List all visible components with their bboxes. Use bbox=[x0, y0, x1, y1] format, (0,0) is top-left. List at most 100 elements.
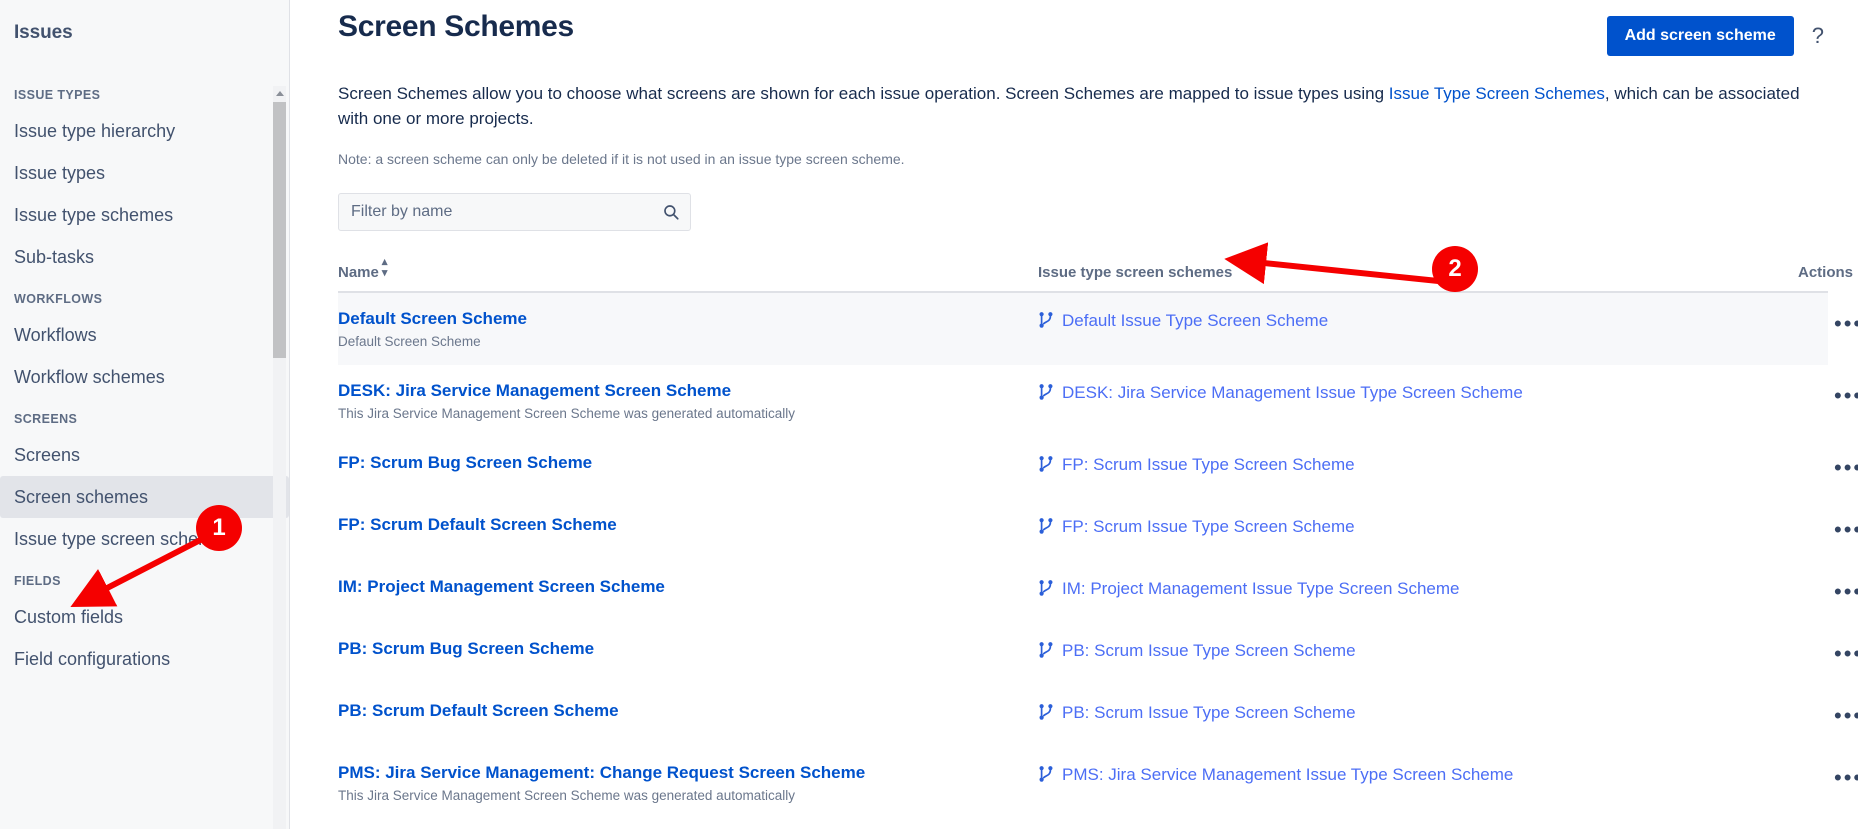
sidebar-nav: ISSUE TYPES Issue type hierarchy Issue t… bbox=[0, 88, 289, 680]
row-issue-type-screen-schemes-cell: FP: Scrum Issue Type Screen Scheme bbox=[1038, 437, 1798, 499]
branch-icon bbox=[1039, 766, 1053, 782]
sidebar-item-custom-fields[interactable]: Custom fields bbox=[0, 596, 289, 638]
scheme-description: This Jira Service Management Screen Sche… bbox=[338, 406, 795, 422]
row-actions-cell: ••• bbox=[1798, 292, 1858, 366]
issue-type-screen-scheme-link[interactable]: PB: Scrum Issue Type Screen Scheme bbox=[1038, 701, 1356, 725]
branch-icon bbox=[1039, 456, 1053, 472]
sidebar-group-issue-types: ISSUE TYPES Issue type hierarchy Issue t… bbox=[0, 88, 289, 278]
annotation-marker-1: 1 bbox=[196, 505, 242, 551]
sidebar-group-label-workflows: WORKFLOWS bbox=[14, 292, 103, 306]
scheme-name-link[interactable]: DESK: Jira Service Management Screen Sch… bbox=[338, 381, 731, 401]
row-issue-type-screen-schemes-cell: DESK: Jira Service Management Issue Type… bbox=[1038, 365, 1798, 437]
sidebar-item-issue-type-schemes[interactable]: Issue type schemes bbox=[0, 194, 289, 236]
screen-schemes-table: Name▴ ▾ Issue type screen schemes Actions… bbox=[338, 257, 1858, 819]
sidebar-scrollbar[interactable] bbox=[273, 86, 286, 829]
row-actions-menu-button[interactable]: ••• bbox=[1828, 763, 1858, 793]
help-icon[interactable]: ? bbox=[1808, 23, 1828, 49]
description-text-part1: Screen Schemes allow you to choose what … bbox=[338, 84, 1389, 103]
row-actions-menu-button[interactable]: ••• bbox=[1828, 577, 1858, 607]
annotation-marker-2: 2 bbox=[1432, 246, 1478, 292]
settings-sidebar: Issues ISSUE TYPES Issue type hierarchy … bbox=[0, 0, 290, 829]
sidebar-item-field-configurations[interactable]: Field configurations bbox=[0, 638, 289, 680]
column-header-issue-type-screen-schemes: Issue type screen schemes bbox=[1038, 257, 1798, 294]
sidebar-item-issue-types[interactable]: Issue types bbox=[0, 152, 289, 194]
sidebar-item-sub-tasks[interactable]: Sub-tasks bbox=[0, 236, 289, 278]
sidebar-item-workflow-schemes[interactable]: Workflow schemes bbox=[0, 356, 289, 398]
scheme-name-link[interactable]: PMS: Jira Service Management: Change Req… bbox=[338, 763, 865, 783]
issue-type-screen-scheme-link[interactable]: IM: Project Management Issue Type Screen… bbox=[1038, 577, 1460, 601]
table-row: PMS: Jira Service Management: Change Req… bbox=[338, 747, 1858, 819]
row-actions-menu-button[interactable]: ••• bbox=[1828, 515, 1858, 545]
row-actions-cell: ••• bbox=[1798, 623, 1858, 685]
scheme-name-link[interactable]: PB: Scrum Bug Screen Scheme bbox=[338, 639, 594, 659]
sidebar-item-issue-type-screen-schemes[interactable]: Issue type screen schemes bbox=[0, 518, 289, 560]
row-issue-type-screen-schemes-cell: PMS: Jira Service Management Issue Type … bbox=[1038, 747, 1798, 819]
scheme-name-link[interactable]: IM: Project Management Screen Scheme bbox=[338, 577, 665, 597]
table-body: Default Screen Scheme Default Screen Sch… bbox=[338, 292, 1858, 819]
row-issue-type-screen-schemes-cell: IM: Project Management Issue Type Screen… bbox=[1038, 561, 1798, 623]
row-name-cell: PB: Scrum Default Screen Scheme bbox=[338, 685, 1038, 747]
row-actions-menu-button[interactable]: ••• bbox=[1828, 453, 1858, 483]
filter-input[interactable] bbox=[339, 194, 690, 231]
sidebar-item-workflows[interactable]: Workflows bbox=[0, 314, 289, 356]
issue-type-screen-scheme-label: DESK: Jira Service Management Issue Type… bbox=[1062, 383, 1523, 403]
table-row: PB: Scrum Default Screen Scheme PB: Scru… bbox=[338, 685, 1858, 747]
row-actions-menu-button[interactable]: ••• bbox=[1828, 639, 1858, 669]
scheme-name-link[interactable]: FP: Scrum Bug Screen Scheme bbox=[338, 453, 592, 473]
issue-type-screen-scheme-label: IM: Project Management Issue Type Screen… bbox=[1062, 579, 1460, 599]
sidebar-group-label-issue-types: ISSUE TYPES bbox=[14, 88, 101, 102]
issue-type-screen-scheme-label: Default Issue Type Screen Scheme bbox=[1062, 311, 1329, 331]
jira-screen-schemes-page: Issues ISSUE TYPES Issue type hierarchy … bbox=[0, 0, 1858, 829]
issue-type-screen-scheme-link[interactable]: DESK: Jira Service Management Issue Type… bbox=[1038, 381, 1523, 405]
filter-box[interactable] bbox=[338, 193, 691, 232]
filter-section bbox=[338, 193, 1828, 232]
row-actions-menu-button[interactable]: ••• bbox=[1828, 309, 1858, 339]
table-header-row: Name▴ ▾ Issue type screen schemes Actions bbox=[338, 257, 1853, 294]
column-header-actions: Actions bbox=[1798, 257, 1853, 294]
row-name-cell: PB: Scrum Bug Screen Scheme bbox=[338, 623, 1038, 685]
row-actions-menu-button[interactable]: ••• bbox=[1828, 381, 1858, 411]
page-title: Screen Schemes bbox=[338, 10, 574, 43]
sidebar-item-issue-type-hierarchy[interactable]: Issue type hierarchy bbox=[0, 110, 289, 152]
sidebar-group-label-screens: SCREENS bbox=[14, 412, 78, 426]
sidebar-item-screen-schemes[interactable]: Screen schemes bbox=[0, 476, 289, 518]
sidebar-scrollbar-thumb[interactable] bbox=[273, 102, 286, 358]
branch-icon bbox=[1039, 518, 1053, 534]
add-screen-scheme-button[interactable]: Add screen scheme bbox=[1606, 16, 1794, 56]
branch-icon bbox=[1039, 580, 1053, 596]
column-header-name-label: Name bbox=[338, 264, 379, 282]
issue-type-screen-scheme-link[interactable]: PB: Scrum Issue Type Screen Scheme bbox=[1038, 639, 1356, 663]
sidebar-group-workflows: WORKFLOWS Workflows Workflow schemes bbox=[0, 292, 289, 398]
row-name-cell: DESK: Jira Service Management Screen Sch… bbox=[338, 365, 1038, 437]
sidebar-group-fields: FIELDS Custom fields Field configuration… bbox=[0, 574, 289, 680]
table-row: PB: Scrum Bug Screen Scheme PB: Scrum Is… bbox=[338, 623, 1858, 685]
table-row: FP: Scrum Bug Screen Scheme FP: Scrum Is… bbox=[338, 437, 1858, 499]
row-actions-cell: ••• bbox=[1798, 685, 1858, 747]
issue-type-screen-scheme-label: FP: Scrum Issue Type Screen Scheme bbox=[1062, 455, 1355, 475]
sidebar-group-screens: SCREENS Screens Screen schemes Issue typ… bbox=[0, 412, 289, 560]
row-actions-cell: ••• bbox=[1798, 437, 1858, 499]
sidebar-group-label-fields: FIELDS bbox=[14, 574, 61, 588]
scheme-name-link[interactable]: PB: Scrum Default Screen Scheme bbox=[338, 701, 619, 721]
row-actions-menu-button[interactable]: ••• bbox=[1828, 701, 1858, 731]
main-content: Screen Schemes Add screen scheme ? Scree… bbox=[290, 0, 1858, 829]
issue-type-screen-schemes-link[interactable]: Issue Type Screen Schemes bbox=[1389, 84, 1605, 103]
row-name-cell: IM: Project Management Screen Scheme bbox=[338, 561, 1038, 623]
issue-type-screen-scheme-link[interactable]: FP: Scrum Issue Type Screen Scheme bbox=[1038, 453, 1355, 477]
issue-type-screen-scheme-link[interactable]: Default Issue Type Screen Scheme bbox=[1038, 309, 1328, 333]
sidebar-title: Issues bbox=[14, 22, 73, 43]
scroll-up-arrow-icon[interactable] bbox=[273, 86, 286, 100]
page-description: Screen Schemes allow you to choose what … bbox=[338, 82, 1828, 131]
scheme-name-link[interactable]: Default Screen Scheme bbox=[338, 309, 527, 329]
issue-type-screen-scheme-link[interactable]: FP: Scrum Issue Type Screen Scheme bbox=[1038, 515, 1355, 539]
row-name-cell: PMS: Jira Service Management: Change Req… bbox=[338, 747, 1038, 819]
row-name-cell: FP: Scrum Default Screen Scheme bbox=[338, 499, 1038, 561]
page-header: Screen Schemes Add screen scheme ? bbox=[338, 0, 1828, 56]
table-head: Name▴ ▾ Issue type screen schemes Actions bbox=[338, 257, 1853, 294]
scheme-description: This Jira Service Management Screen Sche… bbox=[338, 788, 795, 804]
column-header-name[interactable]: Name▴ ▾ bbox=[338, 257, 1038, 294]
scheme-name-link[interactable]: FP: Scrum Default Screen Scheme bbox=[338, 515, 617, 535]
row-actions-cell: ••• bbox=[1798, 365, 1858, 437]
sidebar-item-screens[interactable]: Screens bbox=[0, 434, 289, 476]
issue-type-screen-scheme-link[interactable]: PMS: Jira Service Management Issue Type … bbox=[1038, 763, 1513, 787]
